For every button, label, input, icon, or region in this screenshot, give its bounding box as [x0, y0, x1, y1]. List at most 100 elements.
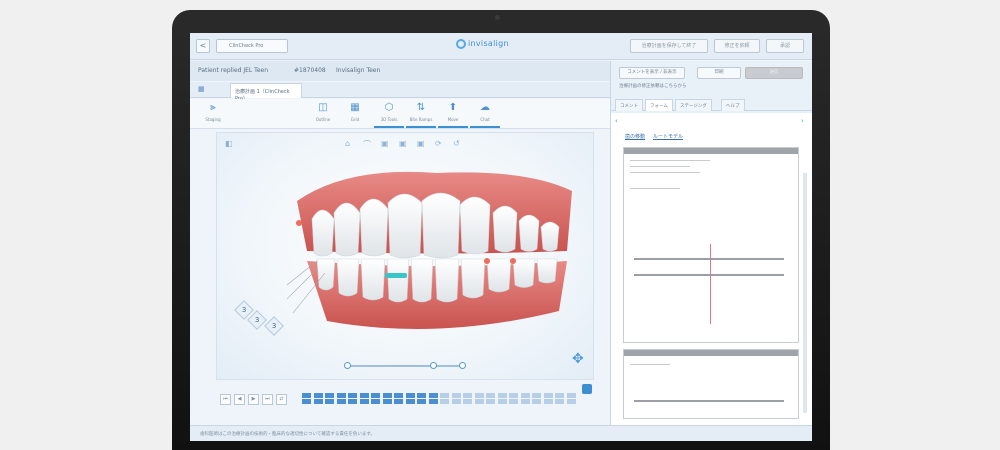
save-exit-button[interactable]: 治療計画を保存して終了	[630, 39, 708, 53]
stage-bar-upper[interactable]	[474, 393, 484, 398]
back-button[interactable]: <	[196, 39, 210, 53]
stage-bar-lower[interactable]	[486, 399, 495, 404]
stage-bar-lower[interactable]	[417, 399, 426, 404]
tab-staging[interactable]: ステージング	[675, 99, 712, 111]
stage-bar-upper[interactable]	[566, 393, 576, 398]
document-page	[623, 147, 799, 343]
tool-grid[interactable]: ▦ Grid	[340, 102, 370, 128]
stage-bar-lower[interactable]	[313, 399, 323, 404]
dental-model[interactable]	[287, 161, 587, 341]
tool-3d[interactable]: ⬡ 3D Tools	[374, 102, 404, 128]
stage-bar-upper[interactable]	[486, 393, 495, 398]
last-stage-button[interactable]: ⏭	[262, 394, 273, 405]
stage-bar-upper[interactable]	[428, 393, 438, 398]
3d-viewport[interactable]: ◧ ⌂ ⌒ ▣ ▣ ▣ ⟳ ↺ 3 3 3 ✥	[216, 132, 594, 380]
chevron-left-icon[interactable]: ‹	[615, 117, 618, 125]
tab-treatment-plan[interactable]: 治療計画 1（ClinCheck Pro）	[230, 83, 302, 102]
stage-bar-lower[interactable]	[371, 399, 380, 404]
tool-label: 3D Tools	[380, 117, 398, 122]
stage-bar-upper[interactable]	[394, 393, 403, 398]
compare-button[interactable]: ⇄	[276, 394, 287, 405]
stage-bar-upper[interactable]	[520, 393, 530, 398]
scrollbar[interactable]	[803, 173, 807, 413]
fullscreen-icon[interactable]: ✥	[572, 351, 584, 367]
stage-bar-upper[interactable]	[382, 393, 392, 398]
tool-chat[interactable]: ☁ Chat	[470, 102, 500, 128]
stage-bar-lower[interactable]	[451, 399, 461, 404]
stage-bar-upper[interactable]	[509, 393, 518, 398]
stage-bar-upper[interactable]	[440, 393, 449, 398]
stage-bar-upper[interactable]	[417, 393, 426, 398]
stage-bar-upper[interactable]	[497, 393, 507, 398]
stage-bar-lower[interactable]	[348, 399, 357, 404]
approve-button[interactable]: 承認	[766, 39, 804, 53]
view-icon[interactable]: ⟳	[435, 139, 442, 148]
stage-bar-lower[interactable]	[509, 399, 518, 404]
tool-label: Staging	[205, 117, 221, 122]
stage-bar-lower[interactable]	[543, 399, 553, 404]
stage-bar-lower[interactable]	[359, 399, 369, 404]
stage-bar-upper[interactable]	[371, 393, 380, 398]
stage-bar-lower[interactable]	[325, 399, 334, 404]
stage-bar-upper[interactable]	[325, 393, 334, 398]
stage-bar-lower[interactable]	[532, 399, 541, 404]
stage-bar-upper[interactable]	[543, 393, 553, 398]
slider-knob-left[interactable]	[344, 362, 351, 369]
tool-bite-ramps[interactable]: ⇅ Bite Ramps	[406, 102, 436, 128]
stage-bar-upper[interactable]	[555, 393, 564, 398]
stage-bar-lower[interactable]	[474, 399, 484, 404]
view-icon[interactable]: ⌒	[363, 139, 371, 150]
stage-bar-upper[interactable]	[336, 393, 346, 398]
stage-bar-lower[interactable]	[428, 399, 438, 404]
prev-stage-button[interactable]: ◀	[234, 394, 245, 405]
stage-bar-lower[interactable]	[336, 399, 346, 404]
send-button[interactable]: 送信	[745, 67, 803, 79]
stage-bar-lower[interactable]	[405, 399, 415, 404]
stage-bar-upper[interactable]	[348, 393, 357, 398]
stage-bar-upper[interactable]	[463, 393, 472, 398]
tab-form[interactable]: フォーム	[645, 99, 673, 111]
play-button[interactable]: ▶	[248, 394, 259, 405]
request-modify-button[interactable]: 修正を依頼	[714, 39, 760, 53]
grid-icon[interactable]: ▦	[198, 85, 212, 95]
tool-staging[interactable]: ⫸ Staging	[198, 102, 228, 128]
current-stage-marker[interactable]	[582, 384, 592, 394]
slider-knob-mid[interactable]	[430, 362, 437, 369]
stage-bar-lower[interactable]	[463, 399, 472, 404]
stage-bar-lower[interactable]	[555, 399, 564, 404]
chevron-right-icon[interactable]: ›	[801, 117, 804, 125]
print-button[interactable]: 印刷	[697, 67, 741, 79]
stage-bar-lower[interactable]	[520, 399, 530, 404]
stage-bar-upper[interactable]	[451, 393, 461, 398]
tool-move[interactable]: ⬆ Move	[438, 102, 468, 128]
stage-bar-lower[interactable]	[497, 399, 507, 404]
stage-bar-upper[interactable]	[405, 393, 415, 398]
opacity-slider[interactable]	[344, 362, 466, 369]
panel-icon[interactable]: ◧	[225, 139, 233, 148]
stage-bar-lower[interactable]	[394, 399, 403, 404]
view-icon[interactable]: ▣	[381, 139, 389, 148]
case-select[interactable]: ClinCheck Pro	[216, 39, 288, 53]
first-stage-button[interactable]: ⏮	[220, 394, 231, 405]
view-icon[interactable]: ▣	[399, 139, 407, 148]
link-tooth-movement[interactable]: 歯の移動	[625, 133, 645, 140]
tab-help[interactable]: ヘルプ	[721, 99, 745, 111]
tab-comments[interactable]: コメント	[615, 99, 643, 111]
tool-outline[interactable]: ◫ Outline	[308, 102, 338, 128]
stage-bar-upper[interactable]	[359, 393, 369, 398]
link-root-model[interactable]: ルートモデル	[653, 133, 683, 140]
toggle-comments-button[interactable]: コメントを表示 / 非表示	[619, 67, 685, 79]
stage-bar-upper[interactable]	[302, 393, 311, 398]
slider-knob-right[interactable]	[459, 362, 466, 369]
stage-bar-lower[interactable]	[566, 399, 576, 404]
view-icon[interactable]: ↺	[453, 139, 460, 148]
view-icon[interactable]: ⌂	[345, 139, 350, 148]
stage-bar-upper[interactable]	[313, 393, 323, 398]
stage-bar-lower[interactable]	[440, 399, 449, 404]
stage-bar-lower[interactable]	[382, 399, 392, 404]
stage-bar-lower[interactable]	[302, 399, 311, 404]
panel-note: 治療計画の修正依頼はこちらから	[619, 84, 687, 89]
view-icon[interactable]: ▣	[417, 139, 425, 148]
grid-icon: ▦	[350, 102, 360, 113]
stage-bar-upper[interactable]	[532, 393, 541, 398]
